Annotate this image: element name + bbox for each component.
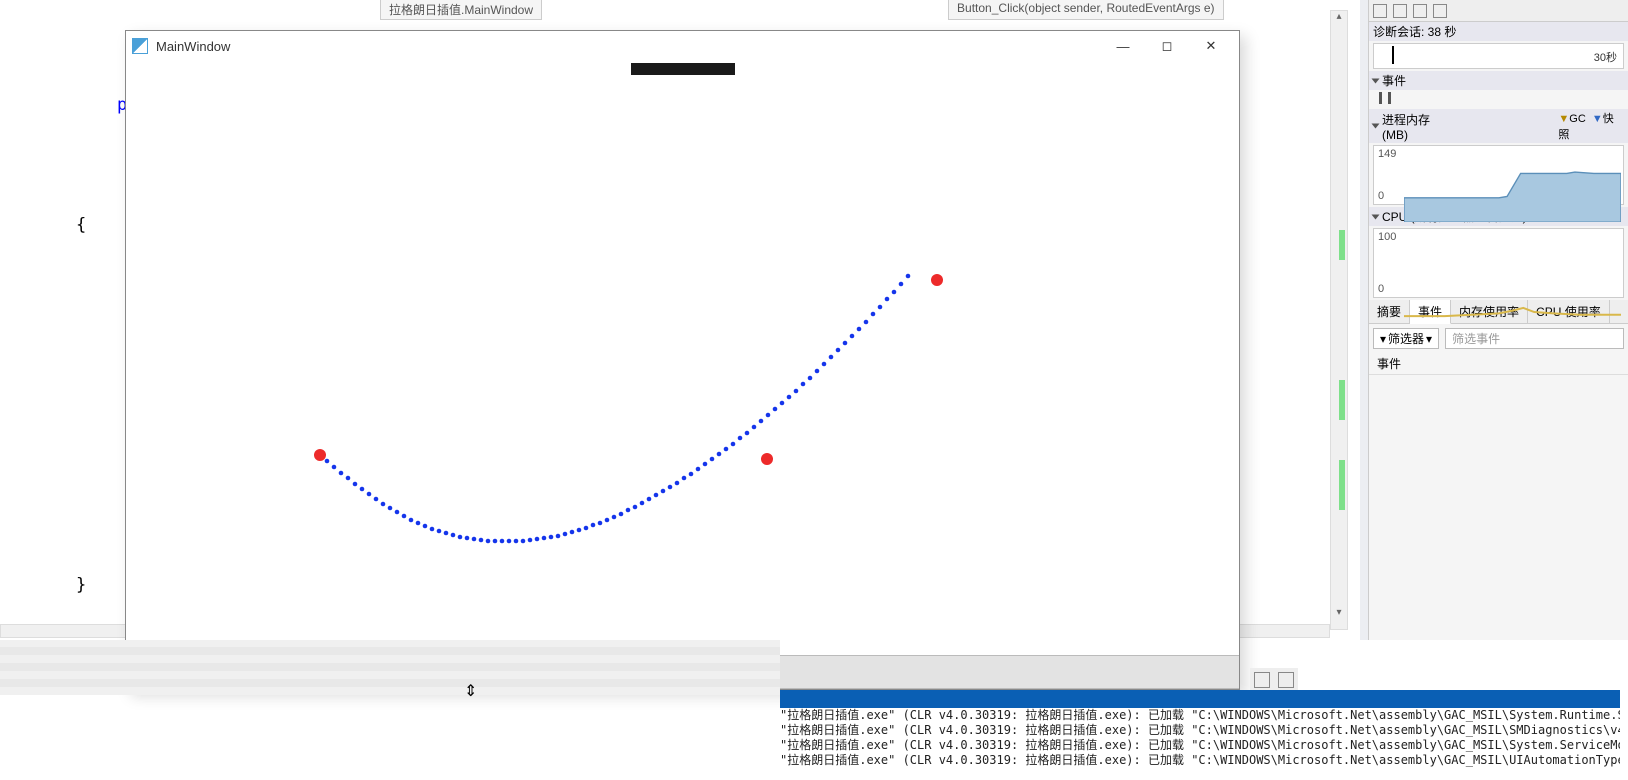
output-line: "拉格朗日插值.exe" (CLR v4.0.30319: 拉格朗日插值.exe… xyxy=(780,753,1620,768)
timeline[interactable]: 30秒 xyxy=(1373,43,1624,69)
memory-section-header[interactable]: 进程内存 (MB) ▼GC ▼快照 xyxy=(1369,109,1628,143)
mem-y-max: 149 xyxy=(1378,148,1396,160)
expand-icon xyxy=(1372,214,1380,219)
zoom-out-icon[interactable] xyxy=(1433,4,1447,18)
mem-y-min: 0 xyxy=(1378,190,1384,202)
scroll-up-icon[interactable]: ▴ xyxy=(1331,11,1347,27)
filter-row: ▾ 筛选器 ▾ 筛选事件 xyxy=(1369,324,1628,353)
close-button[interactable]: ✕ xyxy=(1189,32,1233,60)
scroll-down-icon[interactable]: ▾ xyxy=(1331,607,1347,623)
timeline-marker xyxy=(1392,46,1394,64)
expand-icon xyxy=(1372,78,1380,83)
cpu-chart[interactable]: 100 0 xyxy=(1373,228,1624,298)
cpu-line-svg xyxy=(1404,232,1621,319)
filter-button[interactable]: ▾ 筛选器 ▾ xyxy=(1373,328,1439,349)
debug-overlay-bar xyxy=(631,63,735,75)
output-toolbar xyxy=(1250,668,1298,692)
event-column-header[interactable]: 事件 xyxy=(1369,353,1628,375)
minimize-button[interactable]: — xyxy=(1101,32,1145,60)
output-line: "拉格朗日插值.exe" (CLR v4.0.30319: 拉格朗日插值.exe… xyxy=(780,723,1620,738)
change-indicator xyxy=(1339,230,1345,260)
memory-chart[interactable]: 149 0 xyxy=(1373,145,1624,205)
expand-icon xyxy=(1372,124,1380,129)
editor-scrollbar-vertical[interactable]: ▴ ▾ xyxy=(1330,10,1348,630)
events-section-header[interactable]: 事件 xyxy=(1369,71,1628,90)
curve-svg xyxy=(126,61,1239,655)
events-pause-row xyxy=(1369,90,1628,109)
filter-input[interactable]: 筛选事件 xyxy=(1445,328,1624,349)
change-indicator xyxy=(1339,380,1345,420)
funnel-icon: ▾ xyxy=(1380,332,1386,346)
cpu-y-max: 100 xyxy=(1378,231,1396,243)
maximize-button[interactable]: ◻ xyxy=(1145,32,1189,60)
memory-label: 进程内存 (MB) xyxy=(1382,111,1458,142)
memory-area-svg xyxy=(1404,149,1621,222)
list-icon[interactable] xyxy=(1254,672,1270,688)
session-header: 诊断会话: 38 秒 xyxy=(1369,22,1628,41)
gear-icon[interactable] xyxy=(1373,4,1387,18)
splitter-vertical[interactable] xyxy=(1360,0,1368,640)
diagnostics-panel: 诊断会话: 38 秒 30秒 事件 进程内存 (MB) ▼GC ▼快照 149 … xyxy=(1368,0,1628,640)
output-line: "拉格朗日插值.exe" (CLR v4.0.30319: 拉格朗日插值.exe… xyxy=(780,708,1620,723)
change-indicator xyxy=(1339,460,1345,510)
timeline-30s-label: 30秒 xyxy=(1594,49,1617,65)
titlebar[interactable]: MainWindow — ◻ ✕ xyxy=(126,31,1239,61)
session-label: 诊断会话: 38 秒 xyxy=(1373,23,1456,40)
canvas[interactable] xyxy=(126,61,1239,655)
output-line: "拉格朗日插值.exe" (CLR v4.0.30319: 拉格朗日插值.exe… xyxy=(780,738,1620,753)
window-title: MainWindow xyxy=(156,39,1101,54)
events-label: 事件 xyxy=(1382,72,1406,89)
breadcrumb-method[interactable]: Button_Click(object sender, RoutedEventA… xyxy=(948,0,1223,20)
breadcrumb-namespace[interactable]: 拉格朗日插值.MainWindow xyxy=(380,0,542,20)
pause-icon[interactable] xyxy=(1379,92,1391,104)
resize-cursor-icon: ⇕ xyxy=(464,681,480,697)
zoom-in-icon[interactable] xyxy=(1413,4,1427,18)
output-header xyxy=(780,690,1620,708)
output-panel[interactable]: "拉格朗日插值.exe" (CLR v4.0.30319: 拉格朗日插值.exe… xyxy=(780,690,1620,780)
cpu-y-min: 0 xyxy=(1378,283,1384,295)
gc-legend: ▼GC ▼快照 xyxy=(1458,110,1624,142)
status-bar xyxy=(0,640,780,695)
app-icon xyxy=(132,38,148,54)
wrap-icon[interactable] xyxy=(1278,672,1294,688)
breadcrumb: 拉格朗日插值.MainWindow Button_Click(object se… xyxy=(380,0,1224,20)
refresh-icon[interactable] xyxy=(1393,4,1407,18)
dropdown-icon: ▾ xyxy=(1426,332,1432,346)
diag-toolbar xyxy=(1369,0,1628,22)
app-window: MainWindow — ◻ ✕ draw xyxy=(125,30,1240,690)
